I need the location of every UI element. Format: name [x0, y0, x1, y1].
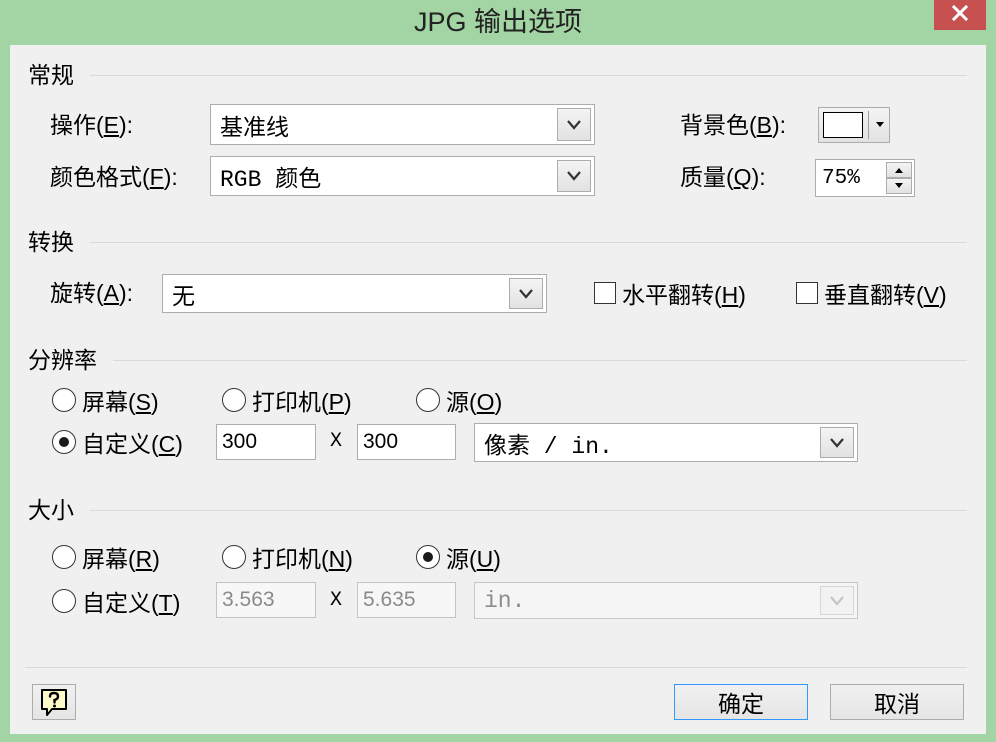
section-resolution-header: 分辨率 — [28, 345, 967, 375]
rotation-dropdown-button[interactable] — [509, 278, 543, 309]
flip-horizontal-label: 水平翻转(H) — [622, 282, 746, 308]
operation-value: 基准线 — [220, 115, 289, 142]
operation-dropdown-button[interactable] — [557, 108, 591, 141]
section-size-title: 大小 — [28, 497, 74, 523]
color-format-dropdown-button[interactable] — [557, 160, 591, 192]
size-source-label: 源(U) — [446, 546, 501, 572]
radio-circle[interactable] — [222, 388, 246, 412]
resolution-source-radio[interactable]: 源(O) — [416, 385, 502, 415]
section-general-header: 常规 — [28, 60, 967, 90]
resolution-source-label: 源(O) — [446, 389, 503, 415]
size-times-sign: X — [330, 589, 343, 612]
color-format-combobox[interactable]: RGB 颜色 — [210, 156, 595, 196]
resolution-custom-label: 自定义(C) — [82, 431, 183, 457]
radio-circle[interactable] — [416, 545, 440, 569]
footer-divider — [25, 667, 967, 668]
window-title: JPG 输出选项 — [413, 7, 582, 37]
section-divider — [90, 509, 967, 511]
chevron-down-icon — [830, 437, 844, 448]
size-unit-dropdown-button[interactable] — [820, 586, 854, 615]
triangle-down-icon — [895, 183, 903, 188]
radio-circle[interactable] — [222, 545, 246, 569]
color-picker-divider — [868, 111, 869, 139]
cancel-button[interactable]: 取消 — [830, 684, 964, 720]
section-transform-title: 转换 — [28, 229, 74, 255]
resolution-unit-value: 像素 / in. — [484, 433, 613, 460]
flip-horizontal-checkbox[interactable]: 水平翻转(H) — [594, 278, 746, 308]
color-dropdown-arrow[interactable] — [870, 108, 889, 142]
section-divider — [90, 241, 967, 243]
background-color-picker[interactable] — [818, 107, 890, 143]
rotation-value: 无 — [172, 284, 195, 311]
help-icon — [41, 689, 67, 716]
size-height-input[interactable] — [357, 582, 456, 618]
triangle-up-icon — [895, 168, 903, 173]
flip-vertical-checkbox[interactable]: 垂直翻转(V) — [796, 278, 947, 308]
size-screen-radio[interactable]: 屏幕(R) — [52, 542, 160, 572]
help-button[interactable] — [32, 684, 76, 720]
resolution-times-sign: X — [330, 430, 343, 453]
triangle-down-icon — [875, 122, 884, 127]
radio-circle[interactable] — [52, 388, 76, 412]
section-general-title: 常规 — [28, 62, 74, 88]
dialog-body: 常规 操作(E): 基准线 背景色(B): 颜色格式(F): RGB 颜色 质量… — [10, 45, 986, 734]
resolution-printer-radio[interactable]: 打印机(P) — [222, 385, 352, 415]
resolution-printer-label: 打印机(P) — [252, 389, 352, 415]
chevron-down-icon — [567, 171, 581, 181]
color-format-label: 颜色格式(F): — [50, 164, 178, 190]
rotation-combobox[interactable]: 无 — [162, 274, 547, 313]
resolution-custom-radio[interactable]: 自定义(C) — [52, 427, 183, 457]
size-unit-value: in. — [484, 587, 526, 614]
chevron-down-icon — [567, 119, 581, 130]
radio-circle[interactable] — [52, 430, 76, 454]
resolution-height-input[interactable] — [357, 424, 456, 460]
flip-vertical-box[interactable] — [796, 282, 818, 304]
close-button[interactable] — [934, 0, 986, 30]
section-transform-header: 转换 — [28, 227, 967, 257]
size-screen-label: 屏幕(R) — [82, 546, 160, 572]
flip-horizontal-box[interactable] — [594, 282, 616, 304]
quality-spinner[interactable]: 75% — [815, 159, 915, 197]
section-size-header: 大小 — [28, 495, 967, 525]
background-color-swatch — [823, 112, 863, 138]
section-resolution-title: 分辨率 — [28, 347, 97, 373]
size-printer-radio[interactable]: 打印机(N) — [222, 542, 353, 572]
size-width-input[interactable] — [216, 582, 316, 618]
title-bar[interactable]: JPG 输出选项 — [0, 0, 996, 45]
operation-label: 操作(E): — [50, 112, 134, 138]
color-format-value: RGB 颜色 — [220, 167, 322, 193]
chevron-down-icon — [830, 595, 844, 606]
size-printer-label: 打印机(N) — [252, 546, 353, 572]
quality-value: 75% — [822, 166, 860, 190]
resolution-unit-dropdown-button[interactable] — [820, 427, 854, 458]
flip-vertical-label: 垂直翻转(V) — [824, 282, 947, 308]
size-custom-label: 自定义(T) — [82, 590, 181, 616]
resolution-screen-label: 屏幕(S) — [82, 389, 159, 415]
resolution-unit-combobox[interactable]: 像素 / in. — [474, 423, 858, 462]
radio-circle[interactable] — [416, 388, 440, 412]
size-custom-radio[interactable]: 自定义(T) — [52, 586, 180, 616]
chevron-down-icon — [519, 288, 533, 299]
rotation-label: 旋转(A): — [50, 280, 134, 306]
background-color-label: 背景色(B): — [680, 112, 787, 138]
resolution-screen-radio[interactable]: 屏幕(S) — [52, 385, 159, 415]
resolution-width-input[interactable] — [216, 424, 316, 460]
quality-increase-button[interactable] — [886, 162, 912, 178]
close-icon — [951, 4, 969, 22]
radio-circle[interactable] — [52, 545, 76, 569]
section-divider — [90, 74, 967, 76]
size-source-radio[interactable]: 源(U) — [416, 542, 501, 572]
quality-label: 质量(Q): — [680, 164, 766, 190]
ok-button[interactable]: 确定 — [674, 684, 808, 720]
operation-combobox[interactable]: 基准线 — [210, 104, 595, 145]
quality-decrease-button[interactable] — [886, 178, 912, 194]
section-divider — [113, 359, 967, 361]
size-unit-combobox[interactable]: in. — [474, 582, 858, 619]
jpg-output-options-dialog: JPG 输出选项 常规 操作(E): 基准线 背景色(B): 颜色格式(F): … — [0, 0, 996, 742]
radio-circle[interactable] — [52, 589, 76, 613]
